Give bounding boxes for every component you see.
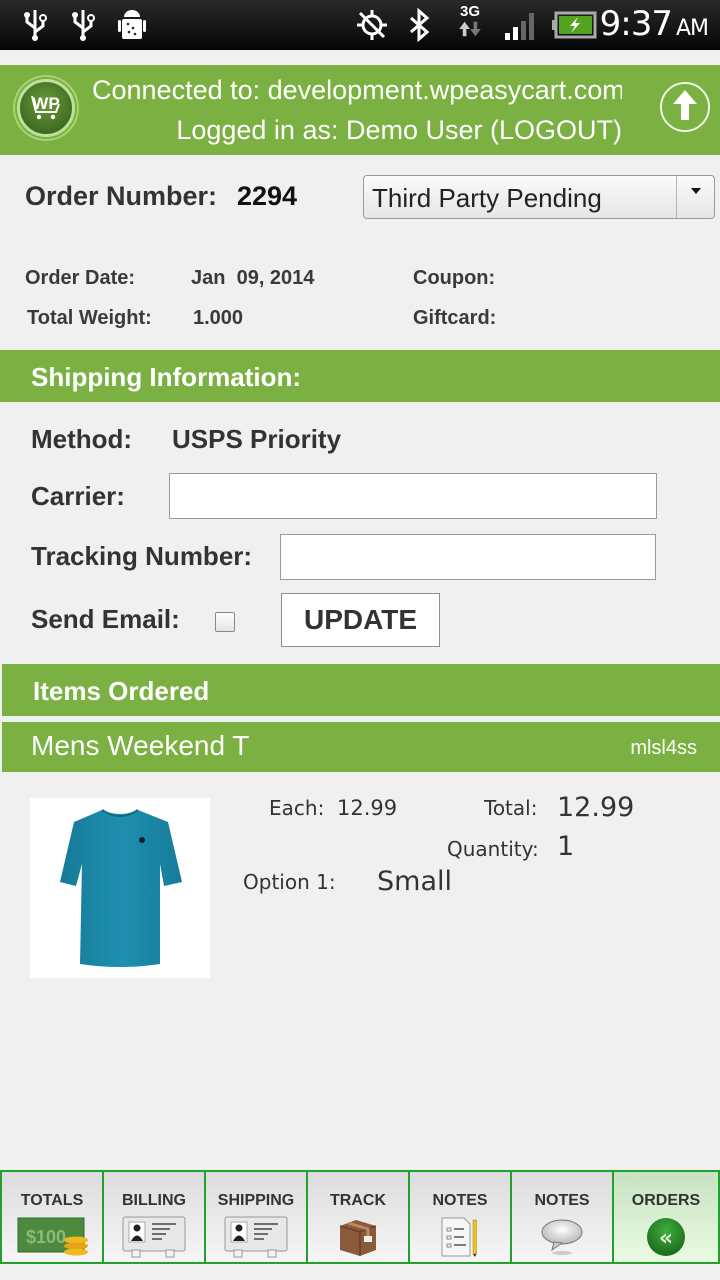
contact-card-icon	[224, 1216, 288, 1263]
quantity-value: 1	[557, 831, 575, 862]
order-date-value: Jan 09, 2014	[191, 267, 315, 289]
svg-text:«: «	[659, 1226, 673, 1251]
tab-notes-comments[interactable]: NOTES	[510, 1170, 612, 1264]
tab-label: NOTES	[432, 1192, 488, 1209]
send-email-label: Send Email:	[31, 604, 180, 634]
option-label: Option 1:	[243, 870, 336, 894]
bottom-tab-bar: TOTALS $100 BILLING SHIPPING TRACK NOTES…	[0, 1170, 720, 1264]
speech-bubble-icon	[540, 1216, 584, 1261]
battery-charging-icon	[550, 8, 598, 42]
tab-label: TRACK	[330, 1192, 386, 1209]
total-weight-label: Total Weight:	[27, 307, 152, 329]
tab-label: BILLING	[122, 1192, 186, 1209]
back-double-chevron-icon: «	[645, 1216, 687, 1263]
tab-orders[interactable]: ORDERS «	[612, 1170, 720, 1264]
total-weight-value: 1.000	[193, 307, 244, 329]
signal-icon	[502, 8, 542, 42]
tab-totals[interactable]: TOTALS $100	[0, 1170, 102, 1264]
tab-track[interactable]: TRACK	[306, 1170, 408, 1264]
wp-easycart-logo: WP	[17, 79, 75, 137]
items-ordered-header: Items Ordered	[2, 664, 720, 716]
dropdown-button[interactable]	[676, 176, 714, 218]
order-number-value: 2294	[237, 181, 298, 211]
tracking-number-label: Tracking Number:	[31, 541, 253, 571]
chevron-down-icon	[690, 188, 701, 194]
send-email-checkbox[interactable]	[215, 612, 235, 632]
order-status-select[interactable]: Third Party Pending	[363, 175, 715, 219]
tracking-number-input[interactable]	[280, 534, 656, 580]
tab-label: ORDERS	[631, 1192, 701, 1209]
svg-text:$100: $100	[26, 1227, 66, 1247]
bluetooth-icon	[406, 8, 432, 42]
clock: 9:37 AM	[599, 4, 709, 44]
android-debug-icon	[116, 8, 148, 42]
carrier-input[interactable]	[169, 473, 657, 519]
money-icon: $100	[16, 1216, 88, 1261]
app-header: WP Connected to: development.wpeasycart.…	[0, 65, 720, 155]
usb-icon	[68, 8, 98, 42]
order-date-label: Order Date:	[25, 267, 136, 289]
tab-shipping[interactable]: SHIPPING	[204, 1170, 306, 1264]
contact-card-icon	[122, 1216, 186, 1263]
method-label: Method:	[31, 424, 133, 454]
order-status-value: Third Party Pending	[372, 183, 602, 213]
tshirt-image	[60, 809, 182, 967]
item-name: Mens Weekend T	[31, 730, 250, 761]
each-value: 12.99	[337, 796, 398, 820]
order-number-label: Order Number:	[25, 181, 218, 211]
connected-to-text: Connected to: development.wpeasycart.com	[92, 75, 622, 105]
method-value: USPS Priority	[172, 424, 342, 454]
document-pencil-icon	[440, 1216, 480, 1263]
tab-label: SHIPPING	[217, 1192, 295, 1209]
tab-notes-document[interactable]: NOTES	[408, 1170, 510, 1264]
total-value: 12.99	[557, 792, 635, 823]
package-icon	[336, 1216, 380, 1263]
total-label: Total:	[484, 796, 538, 820]
coupon-label: Coupon:	[413, 267, 496, 289]
network-3g-icon: 3G	[453, 4, 487, 38]
arrow-up-circle-icon	[671, 88, 699, 127]
tab-label: TOTALS	[20, 1192, 84, 1209]
shipping-section-header: Shipping Information:	[0, 350, 720, 402]
gps-off-icon	[354, 8, 390, 42]
carrier-label: Carrier:	[31, 481, 125, 511]
upload-button[interactable]	[660, 82, 710, 132]
giftcard-label: Giftcard:	[413, 307, 497, 329]
logged-in-text[interactable]: Logged in as: Demo User (LOGOUT)	[176, 115, 622, 146]
option-value: Small	[377, 866, 452, 897]
item-sku: mlsl4ss	[630, 737, 697, 759]
status-bar: 3G 9:37 AM	[0, 0, 720, 50]
tab-billing[interactable]: BILLING	[102, 1170, 204, 1264]
update-button[interactable]: UPDATE	[281, 593, 440, 647]
tab-label: NOTES	[534, 1192, 590, 1209]
product-image	[30, 798, 210, 978]
quantity-label: Quantity:	[447, 837, 539, 861]
each-label: Each:	[269, 796, 325, 820]
item-header[interactable]: Mens Weekend T mlsl4ss	[2, 722, 720, 772]
usb-icon	[20, 8, 50, 42]
